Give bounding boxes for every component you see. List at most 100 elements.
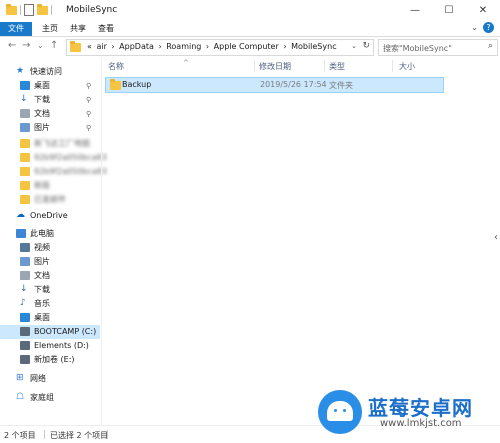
pin-icon: ⚲ bbox=[86, 124, 92, 132]
breadcrumb-separator[interactable]: › bbox=[111, 42, 114, 51]
sidebar-item-label: OneDrive bbox=[30, 211, 68, 220]
download-icon: ↓ bbox=[20, 94, 28, 104]
close-button[interactable]: ✕ bbox=[466, 0, 500, 22]
help-icon[interactable]: ? bbox=[483, 22, 494, 33]
sidebar-item-label: 文档 bbox=[34, 109, 50, 118]
sidebar-item[interactable]: 桌面 ⚲ bbox=[0, 79, 100, 93]
sidebar-item[interactable]: ☖ 家庭组 bbox=[0, 391, 100, 405]
expand-ribbon-icon[interactable]: ⌄ bbox=[471, 23, 478, 32]
up-button[interactable]: ↑ bbox=[50, 40, 58, 51]
sidebar-item-label: 新加卷 (E:) bbox=[34, 355, 75, 364]
sidebar-item[interactable]: 新飞达工厂地图 bbox=[0, 137, 100, 151]
sidebar-item[interactable]: 文档 bbox=[0, 269, 100, 283]
folder-icon bbox=[20, 195, 30, 204]
sidebar-item-label: 网络 bbox=[30, 374, 46, 383]
sidebar-item[interactable]: 92b9f2a050bca83 bbox=[0, 151, 107, 165]
refresh-icon[interactable]: ↻ bbox=[362, 41, 370, 51]
breadcrumb-item[interactable]: AppData bbox=[119, 42, 154, 51]
breadcrumb-item[interactable]: Roaming bbox=[166, 42, 201, 51]
sidebar-item[interactable]: 视频 bbox=[0, 241, 100, 255]
sidebar-item-label: 视频 bbox=[34, 243, 50, 252]
sidebar-item[interactable]: 图片 ⚲ bbox=[0, 121, 100, 135]
sidebar-item[interactable]: 新版 bbox=[0, 179, 100, 193]
list-item[interactable]: Backup 2019/5/26 17:54 文件夹 bbox=[105, 77, 444, 93]
sidebar-item[interactable]: 图片 bbox=[0, 255, 100, 269]
address-field[interactable]: « air › AppData › Roaming › Apple Comput… bbox=[66, 39, 374, 56]
pin-icon: ⚲ bbox=[86, 110, 92, 118]
network-icon: ⊞ bbox=[16, 373, 24, 383]
drive-icon bbox=[20, 327, 30, 336]
breadcrumb[interactable]: « air › AppData › Roaming › Apple Comput… bbox=[87, 42, 339, 51]
sidebar-item[interactable]: 92b9f2a050bca83 bbox=[0, 165, 107, 179]
folder-icon bbox=[20, 167, 30, 176]
sidebar-item[interactable]: 文档 ⚲ bbox=[0, 107, 100, 121]
sidebar-item[interactable]: Elements (D:) bbox=[0, 339, 100, 353]
back-button[interactable]: ← bbox=[8, 40, 16, 51]
sidebar-item-label: 92b9f2a050bca83 bbox=[34, 167, 107, 176]
item-name: Backup bbox=[122, 80, 152, 89]
sort-arrow-icon: ^ bbox=[183, 59, 189, 67]
sidebar-item[interactable]: 此电脑 bbox=[0, 227, 100, 241]
column-divider[interactable] bbox=[324, 60, 325, 72]
breadcrumb-item[interactable]: air bbox=[96, 42, 106, 51]
sidebar-item[interactable]: 桌面 bbox=[0, 311, 100, 325]
android-eye bbox=[334, 409, 337, 412]
sidebar-item[interactable]: ↓ 下载 ⚲ bbox=[0, 93, 100, 107]
sidebar-item-label: Elements (D:) bbox=[34, 341, 89, 350]
breadcrumb-separator[interactable]: › bbox=[158, 42, 161, 51]
minimize-button[interactable]: — bbox=[398, 0, 432, 22]
tab-home[interactable]: 主页 bbox=[42, 22, 58, 36]
sidebar-item[interactable]: BOOTCAMP (C:) bbox=[0, 325, 100, 339]
column-divider[interactable] bbox=[254, 60, 255, 72]
tab-file[interactable]: 文件 bbox=[0, 22, 32, 36]
item-type: 文件夹 bbox=[329, 81, 353, 90]
sidebar-item-label: 新版 bbox=[34, 181, 50, 190]
android-head bbox=[327, 401, 353, 421]
address-bar-row: ← → ⌄ ↑ « air › AppData › Roaming › Appl… bbox=[0, 37, 500, 57]
breadcrumb-separator[interactable]: › bbox=[283, 42, 286, 51]
download-icon: ↓ bbox=[20, 284, 28, 294]
pin-icon: ⚲ bbox=[86, 82, 92, 90]
sidebar-item[interactable]: ★ 快速访问 bbox=[0, 65, 100, 79]
android-logo-icon bbox=[318, 390, 362, 434]
watermark-url: www.lmkjst.com bbox=[380, 418, 462, 429]
sidebar-item[interactable]: ☁ OneDrive bbox=[0, 209, 100, 223]
column-header-type[interactable]: 类型 bbox=[329, 61, 345, 72]
folder-icon bbox=[20, 181, 30, 190]
new-folder-icon[interactable] bbox=[37, 3, 48, 15]
sidebar-item-label: 新飞达工厂地图 bbox=[34, 139, 90, 148]
homegroup-icon: ☖ bbox=[16, 392, 25, 402]
column-header-date[interactable]: 修改日期 bbox=[259, 61, 291, 72]
address-dropdown-icon[interactable]: ⌄ bbox=[351, 42, 357, 50]
computer-icon bbox=[16, 229, 26, 238]
window-title: MobileSync bbox=[66, 5, 118, 15]
column-header-name[interactable]: 名称 ^ bbox=[108, 59, 189, 72]
search-input[interactable]: 搜索"MobileSync" ⌕ bbox=[378, 39, 498, 56]
maximize-button[interactable]: ☐ bbox=[432, 0, 466, 22]
sidebar-item[interactable]: 新加卷 (E:) bbox=[0, 353, 100, 367]
tab-share[interactable]: 共享 bbox=[70, 22, 86, 36]
breadcrumb-item[interactable]: Apple Computer bbox=[214, 42, 279, 51]
sidebar-item[interactable]: ⊞ 网络 bbox=[0, 372, 100, 386]
sidebar-item[interactable]: ↓ 下载 bbox=[0, 283, 100, 297]
tab-view[interactable]: 查看 bbox=[98, 22, 114, 36]
item-count: 2 个项目 bbox=[4, 431, 36, 440]
column-header-size[interactable]: 大小 bbox=[399, 61, 415, 72]
breadcrumb-item[interactable]: MobileSync bbox=[291, 42, 337, 51]
chevron-left-icon[interactable]: ‹ bbox=[492, 232, 500, 250]
properties-icon[interactable] bbox=[24, 4, 34, 16]
sidebar-item-label: 此电脑 bbox=[30, 229, 54, 238]
folder-icon bbox=[6, 3, 17, 15]
sidebar-item-label: 下载 bbox=[34, 285, 50, 294]
breadcrumb-separator[interactable]: › bbox=[206, 42, 209, 51]
quick-access-toolbar bbox=[6, 3, 52, 16]
column-divider[interactable] bbox=[392, 60, 393, 72]
forward-button[interactable]: → bbox=[22, 40, 30, 51]
ribbon: 文件 主页 共享 查看 ⌄ ? bbox=[0, 22, 500, 37]
sidebar-item[interactable]: ♪ 音乐 bbox=[0, 297, 100, 311]
breadcrumb-overflow[interactable]: « bbox=[87, 42, 92, 51]
sidebar-item-label: 图片 bbox=[34, 123, 50, 132]
recent-locations-button[interactable]: ⌄ bbox=[37, 41, 44, 50]
sidebar-item[interactable]: 已发邮件 bbox=[0, 193, 100, 207]
title-bar: MobileSync — ☐ ✕ bbox=[0, 0, 500, 23]
